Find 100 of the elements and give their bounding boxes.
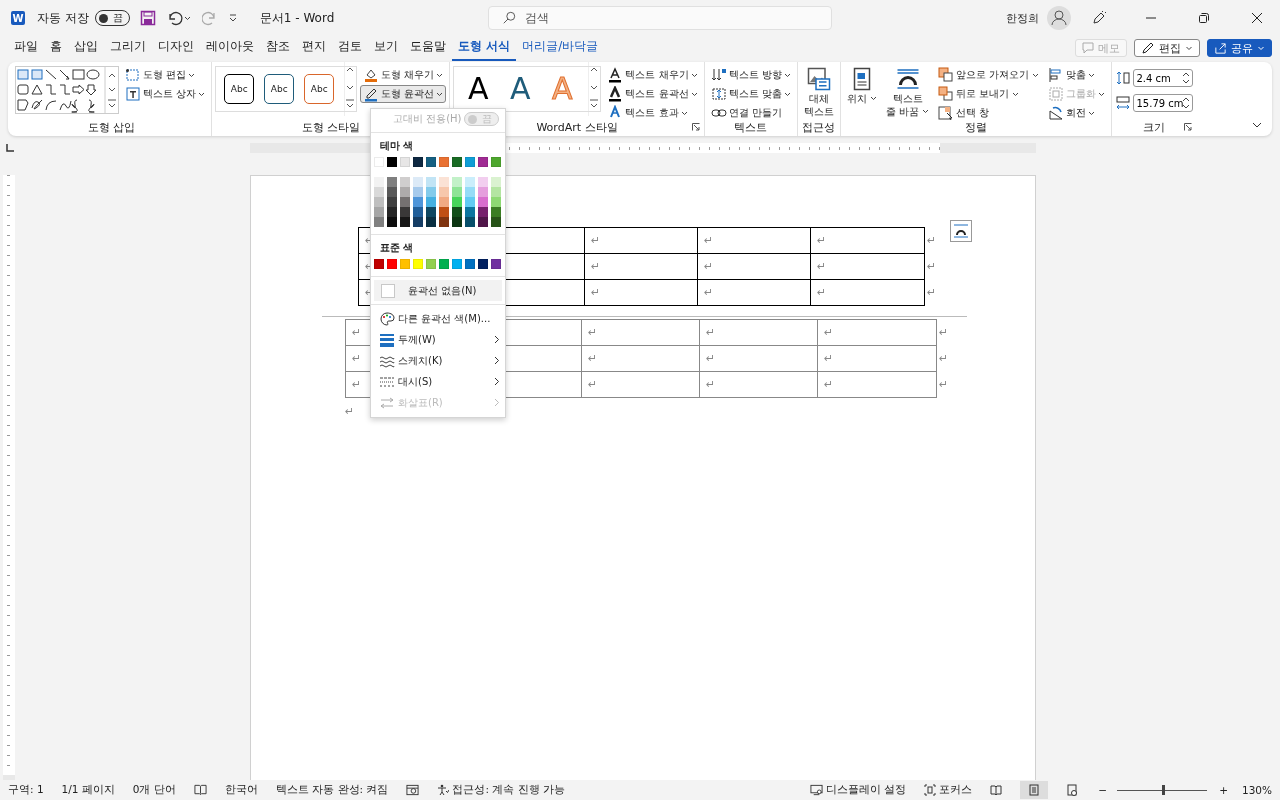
zoom-out-button[interactable]: − (1098, 784, 1108, 796)
ribbon-button[interactable]: 뒤로 보내기 (935, 85, 1042, 103)
color-swatch[interactable] (491, 157, 501, 167)
color-swatch[interactable] (426, 157, 436, 167)
ribbon-tab[interactable]: 보기 (368, 35, 404, 61)
color-swatch[interactable] (439, 207, 449, 217)
ribbon-tab[interactable]: 도움말 (404, 35, 452, 61)
menu-item[interactable]: 다른 윤곽선 색(M)... (371, 308, 505, 329)
ribbon-button[interactable]: 도형 윤곽선 (360, 85, 447, 103)
tab-stop-icon[interactable] (6, 144, 14, 152)
color-swatch[interactable] (413, 197, 423, 207)
color-swatch[interactable] (413, 259, 423, 269)
color-swatch[interactable] (491, 259, 501, 269)
color-swatch[interactable] (452, 197, 462, 207)
macro-icon[interactable] (406, 784, 420, 796)
style-swatch[interactable]: Abc (224, 74, 255, 104)
color-swatch[interactable] (400, 197, 410, 207)
ribbon-button[interactable]: 텍스트 채우기 (604, 66, 701, 84)
ribbon-button[interactable]: 텍스트 맞춤 (707, 85, 794, 103)
menu-item[interactable]: 윤곽선 없음(N) (374, 280, 502, 301)
color-swatch[interactable] (413, 187, 423, 197)
color-swatch[interactable] (413, 177, 423, 187)
color-swatch[interactable] (413, 217, 423, 227)
zoom-in-button[interactable]: + (1219, 784, 1228, 796)
color-swatch[interactable] (491, 207, 501, 217)
color-swatch[interactable] (374, 207, 384, 217)
color-swatch[interactable] (426, 197, 436, 207)
redo-icon[interactable] (201, 10, 218, 26)
ribbon-tab[interactable]: 참조 (260, 35, 296, 61)
print-layout-button[interactable] (1020, 781, 1049, 799)
ribbon-tab[interactable]: 파일 (8, 35, 44, 61)
color-swatch[interactable] (491, 197, 501, 207)
color-swatch[interactable] (478, 187, 488, 197)
ribbon-tab[interactable]: 그리기 (104, 35, 152, 61)
color-swatch[interactable] (478, 259, 488, 269)
color-swatch[interactable] (387, 197, 397, 207)
share-button[interactable]: 공유 (1207, 39, 1272, 57)
layout-options-icon[interactable] (950, 220, 972, 242)
style-swatch[interactable]: Abc (264, 74, 295, 104)
color-swatch[interactable] (426, 207, 436, 217)
color-swatch[interactable] (478, 177, 488, 187)
color-swatch[interactable] (374, 259, 384, 269)
color-swatch[interactable] (400, 207, 410, 217)
status-text[interactable]: 0개 단어 (132, 783, 176, 797)
color-swatch[interactable] (439, 187, 449, 197)
color-swatch[interactable] (426, 259, 436, 269)
ribbon-tab[interactable]: 검토 (332, 35, 368, 61)
ribbon-button[interactable]: 도형 채우기 (360, 66, 447, 84)
color-swatch[interactable] (374, 217, 384, 227)
color-swatch[interactable] (465, 177, 475, 187)
avatar-icon[interactable] (1047, 6, 1071, 30)
color-swatch[interactable] (478, 217, 488, 227)
status-text[interactable]: 구역: 1 (8, 783, 44, 797)
ribbon-button[interactable]: 텍스트 줄 바꿈 (882, 66, 933, 118)
color-swatch[interactable] (452, 187, 462, 197)
menu-item[interactable]: 스케치(K) (371, 350, 505, 371)
color-swatch[interactable] (491, 187, 501, 197)
ribbon-button[interactable]: 텍스트 방향 (707, 66, 794, 84)
color-swatch[interactable] (439, 217, 449, 227)
wordart-style[interactable]: A (462, 72, 495, 106)
ribbon-button[interactable]: 대체 텍스트 (800, 66, 837, 118)
color-swatch[interactable] (439, 197, 449, 207)
shape-gallery[interactable] (15, 66, 119, 114)
close-icon[interactable] (1251, 12, 1263, 24)
menu-item[interactable]: 두께(W) (371, 329, 505, 350)
color-swatch[interactable] (439, 157, 449, 167)
color-swatch[interactable] (374, 197, 384, 207)
color-swatch[interactable] (439, 177, 449, 187)
ribbon-button[interactable]: 텍스트 상자 (122, 85, 209, 103)
color-swatch[interactable] (400, 217, 410, 227)
color-swatch[interactable] (387, 207, 397, 217)
dialog-launcher-icon[interactable] (691, 123, 700, 131)
color-swatch[interactable] (452, 207, 462, 217)
size-field[interactable]: 15.79 cm (1132, 94, 1193, 112)
ribbon-button[interactable]: 맞춤 (1044, 66, 1108, 84)
color-swatch[interactable] (374, 177, 384, 187)
status-text[interactable]: 한국어 (224, 783, 258, 797)
style-swatch[interactable]: Abc (304, 74, 335, 104)
ribbon-button[interactable]: 선택 창 (935, 104, 1042, 122)
color-swatch[interactable] (439, 259, 449, 269)
color-swatch[interactable] (452, 217, 462, 227)
ribbon-tab[interactable]: 편지 (296, 35, 332, 61)
gallery-scroll-icon[interactable] (344, 62, 357, 116)
ribbon-button[interactable]: 텍스트 효과 (604, 104, 701, 122)
color-swatch[interactable] (465, 259, 475, 269)
color-swatch[interactable] (400, 177, 410, 187)
zoom-level[interactable]: 130% (1241, 784, 1272, 796)
color-swatch[interactable] (374, 187, 384, 197)
ribbon-button[interactable]: 도형 편집 (122, 66, 209, 84)
ribbon-tab[interactable]: 디자인 (152, 35, 200, 61)
accessibility-status[interactable]: 접근성: 계속 진행 가능 (437, 783, 565, 797)
color-swatch[interactable] (387, 217, 397, 227)
color-swatch[interactable] (478, 197, 488, 207)
color-swatch[interactable] (465, 157, 475, 167)
zoom-slider-thumb[interactable] (1162, 785, 1166, 795)
ribbon-button[interactable]: 위치 (843, 66, 880, 118)
color-swatch[interactable] (387, 177, 397, 187)
color-swatch[interactable] (400, 187, 410, 197)
ribbon-tab[interactable]: 홈 (44, 35, 68, 61)
color-swatch[interactable] (413, 207, 423, 217)
